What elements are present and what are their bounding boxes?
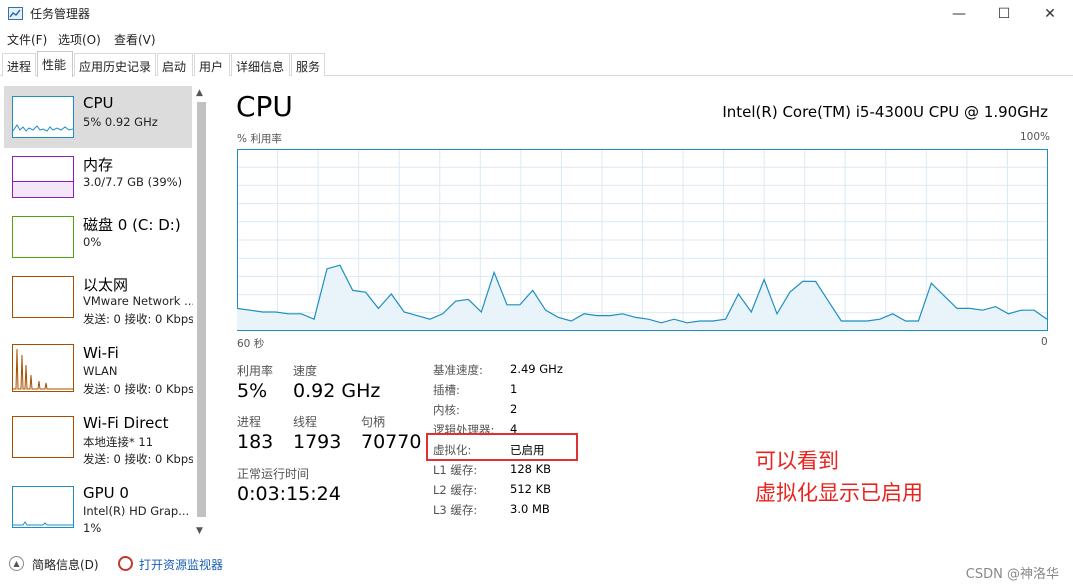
sidebar-item-sub: 本地连接* 11	[83, 435, 154, 449]
tab-services[interactable]: 服务	[291, 53, 325, 76]
scroll-down-icon[interactable]: ▼	[196, 526, 203, 536]
resource-list: CPU 5% 0.92 GHz 内存 3.0/7.7 GB (39%) 磁盘 0…	[0, 84, 212, 544]
resource-monitor-icon	[118, 556, 133, 571]
close-button[interactable]: ✕	[1027, 0, 1073, 28]
menu-view[interactable]: 查看(V)	[114, 31, 156, 48]
time-axis-right: 0	[1041, 336, 1048, 348]
scroll-thumb[interactable]	[197, 102, 206, 517]
watermark: CSDN @神洛华	[965, 567, 1059, 582]
fewer-details-link[interactable]: 简略信息(D)	[32, 556, 99, 573]
sidebar-item-sub: Intel(R) HD Grap...	[83, 504, 190, 518]
tab-details[interactable]: 详细信息	[231, 53, 290, 76]
sidebar-scrollbar[interactable]: ▲ ▼	[193, 84, 210, 544]
sidebar-item-title: CPU	[83, 94, 114, 112]
memory-thumbnail	[12, 156, 74, 198]
sidebar-item-disk[interactable]: 磁盘 0 (C: D:) 0%	[4, 206, 192, 268]
tab-processes[interactable]: 进程	[2, 53, 36, 76]
threads-label: 线程	[293, 415, 318, 429]
sidebar-item-wifi-direct[interactable]: Wi-Fi Direct 本地连接* 11 发送: 0 接收: 0 Kbps	[4, 406, 193, 468]
wifi-direct-thumbnail	[12, 416, 74, 458]
window-title: 任务管理器	[30, 7, 91, 21]
tab-users[interactable]: 用户	[194, 53, 230, 76]
footer: ▲ 简略信息(D) 打开资源监视器	[0, 548, 1073, 588]
detail-value: 3.0 MB	[510, 502, 550, 516]
detail-label: L3 缓存:	[433, 503, 478, 517]
detail-label: L1 缓存:	[433, 463, 478, 477]
cpu-model: Intel(R) Core(TM) i5-4300U CPU @ 1.90GHz	[722, 103, 1048, 121]
speed-label: 速度	[293, 364, 318, 378]
sidebar-item-sub2: 发送: 0 接收: 0 Kbps	[83, 452, 193, 466]
detail-value: 2	[510, 402, 518, 416]
tab-performance[interactable]: 性能	[37, 51, 73, 77]
maximize-button[interactable]: ☐	[981, 0, 1027, 28]
handles-label: 句柄	[361, 415, 386, 429]
handles-value: 70770	[361, 431, 422, 453]
sidebar-item-sub: VMware Network ...	[83, 294, 193, 308]
scroll-up-icon[interactable]: ▲	[196, 88, 203, 98]
sidebar-item-gpu[interactable]: GPU 0 Intel(R) HD Grap... 1%	[4, 476, 192, 538]
processes-label: 进程	[237, 415, 262, 429]
annotation-line-2: 虚拟化显示已启用	[755, 481, 923, 505]
menu-bar: 文件(F) 选项(O) 查看(V)	[0, 28, 1073, 50]
sidebar-item-title: 磁盘 0 (C: D:)	[83, 216, 181, 234]
sidebar-item-sub: 0%	[83, 235, 102, 249]
menu-options[interactable]: 选项(O)	[58, 31, 101, 48]
sidebar-item-sub2: 发送: 0 接收: 0 Kbps	[83, 312, 193, 326]
threads-value: 1793	[293, 431, 342, 453]
chevron-up-icon[interactable]: ▲	[9, 556, 24, 571]
sidebar-item-wifi[interactable]: Wi-Fi WLAN 发送: 0 接收: 0 Kbps	[4, 336, 193, 398]
detail-value: 1	[510, 382, 518, 396]
disk-thumbnail	[12, 216, 74, 258]
cpu-utilization-chart	[236, 149, 1048, 331]
open-resource-monitor-link[interactable]: 打开资源监视器	[139, 556, 223, 573]
time-axis-left: 60 秒	[237, 338, 265, 350]
sidebar-item-sub: 5% 0.92 GHz	[83, 115, 158, 129]
ethernet-thumbnail	[12, 276, 74, 318]
utilization-value: 5%	[237, 380, 268, 402]
sidebar-item-sub2: 1%	[83, 521, 102, 535]
utilization-axis-label: % 利用率	[237, 133, 282, 145]
wifi-thumbnail	[12, 344, 74, 392]
tab-app-history[interactable]: 应用历史记录	[74, 53, 156, 76]
sidebar-item-memory[interactable]: 内存 3.0/7.7 GB (39%)	[4, 146, 192, 208]
highlight-box	[426, 433, 578, 461]
detail-value: 512 KB	[510, 482, 552, 496]
sidebar-item-sub: WLAN	[83, 364, 118, 378]
menu-file[interactable]: 文件(F)	[7, 31, 47, 48]
detail-label: 基准速度:	[433, 363, 483, 377]
uptime-label: 正常运行时间	[237, 467, 310, 481]
sidebar-item-title: Wi-Fi Direct	[83, 414, 169, 432]
utilization-label: 利用率	[237, 364, 274, 378]
sidebar-item-ethernet[interactable]: 以太网 VMware Network ... 发送: 0 接收: 0 Kbps	[4, 266, 193, 328]
detail-label: 插槽:	[433, 383, 460, 397]
processes-value: 183	[237, 431, 274, 453]
page-title: CPU	[236, 90, 293, 123]
sidebar-item-cpu[interactable]: CPU 5% 0.92 GHz	[4, 86, 192, 148]
detail-label: L2 缓存:	[433, 483, 478, 497]
gpu-thumbnail	[12, 486, 74, 528]
detail-value: 128 KB	[510, 462, 552, 476]
title-bar: 任务管理器 — ☐ ✕	[0, 0, 1073, 28]
tab-startup[interactable]: 启动	[157, 53, 193, 76]
uptime-value: 0:03:15:24	[237, 483, 341, 505]
detail-value: 2.49 GHz	[510, 362, 563, 376]
sidebar-item-title: 内存	[83, 156, 114, 174]
speed-value: 0.92 GHz	[293, 380, 381, 402]
sidebar-item-title: Wi-Fi	[83, 344, 119, 362]
max-axis-label: 100%	[1020, 131, 1051, 143]
sidebar-item-title: GPU 0	[83, 484, 129, 502]
minimize-button[interactable]: —	[936, 0, 982, 28]
sidebar-item-title: 以太网	[83, 276, 129, 294]
sidebar-item-sub2: 发送: 0 接收: 0 Kbps	[83, 382, 193, 396]
task-manager-icon	[8, 7, 23, 20]
annotation-line-1: 可以看到	[755, 449, 839, 473]
detail-label: 内核:	[433, 403, 460, 417]
sidebar-item-sub: 3.0/7.7 GB (39%)	[83, 175, 183, 189]
tab-bar: 进程 性能 应用历史记录 启动 用户 详细信息 服务	[0, 51, 1073, 77]
cpu-thumbnail	[12, 96, 74, 138]
